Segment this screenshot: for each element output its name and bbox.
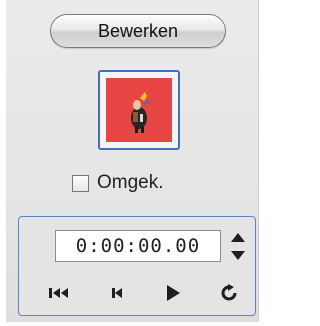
edit-button-label: Bewerken: [97, 20, 179, 41]
reverse-option[interactable]: Omgek.: [72, 172, 164, 194]
play-button[interactable]: [159, 281, 187, 305]
transport-controls: 0:00:00.00: [18, 216, 256, 316]
timecode-field[interactable]: 0:00:00.00: [55, 230, 221, 262]
edit-button[interactable]: Bewerken: [50, 14, 226, 48]
arrow-up-icon[interactable]: [231, 233, 245, 242]
loop-icon: [221, 284, 237, 301]
go-to-start-button[interactable]: [45, 281, 73, 305]
arrow-down-icon[interactable]: [231, 251, 245, 260]
reverse-checkbox[interactable]: [72, 174, 89, 192]
previous-frame-button[interactable]: [103, 281, 131, 305]
loop-button[interactable]: [215, 281, 243, 305]
clip-thumbnail-frame[interactable]: [98, 70, 180, 150]
play-icon: [167, 285, 180, 301]
skip-to-start-icon: [49, 288, 68, 298]
thumbnail-figure-icon: [131, 92, 149, 133]
clip-properties-panel: Bewerken Omgek. 0:00:00.00: [6, 0, 259, 322]
reverse-label: Omgek.: [97, 172, 164, 193]
step-back-icon: [112, 288, 122, 298]
clip-thumbnail-image: [106, 78, 172, 142]
timecode-spinner[interactable]: [228, 229, 248, 265]
